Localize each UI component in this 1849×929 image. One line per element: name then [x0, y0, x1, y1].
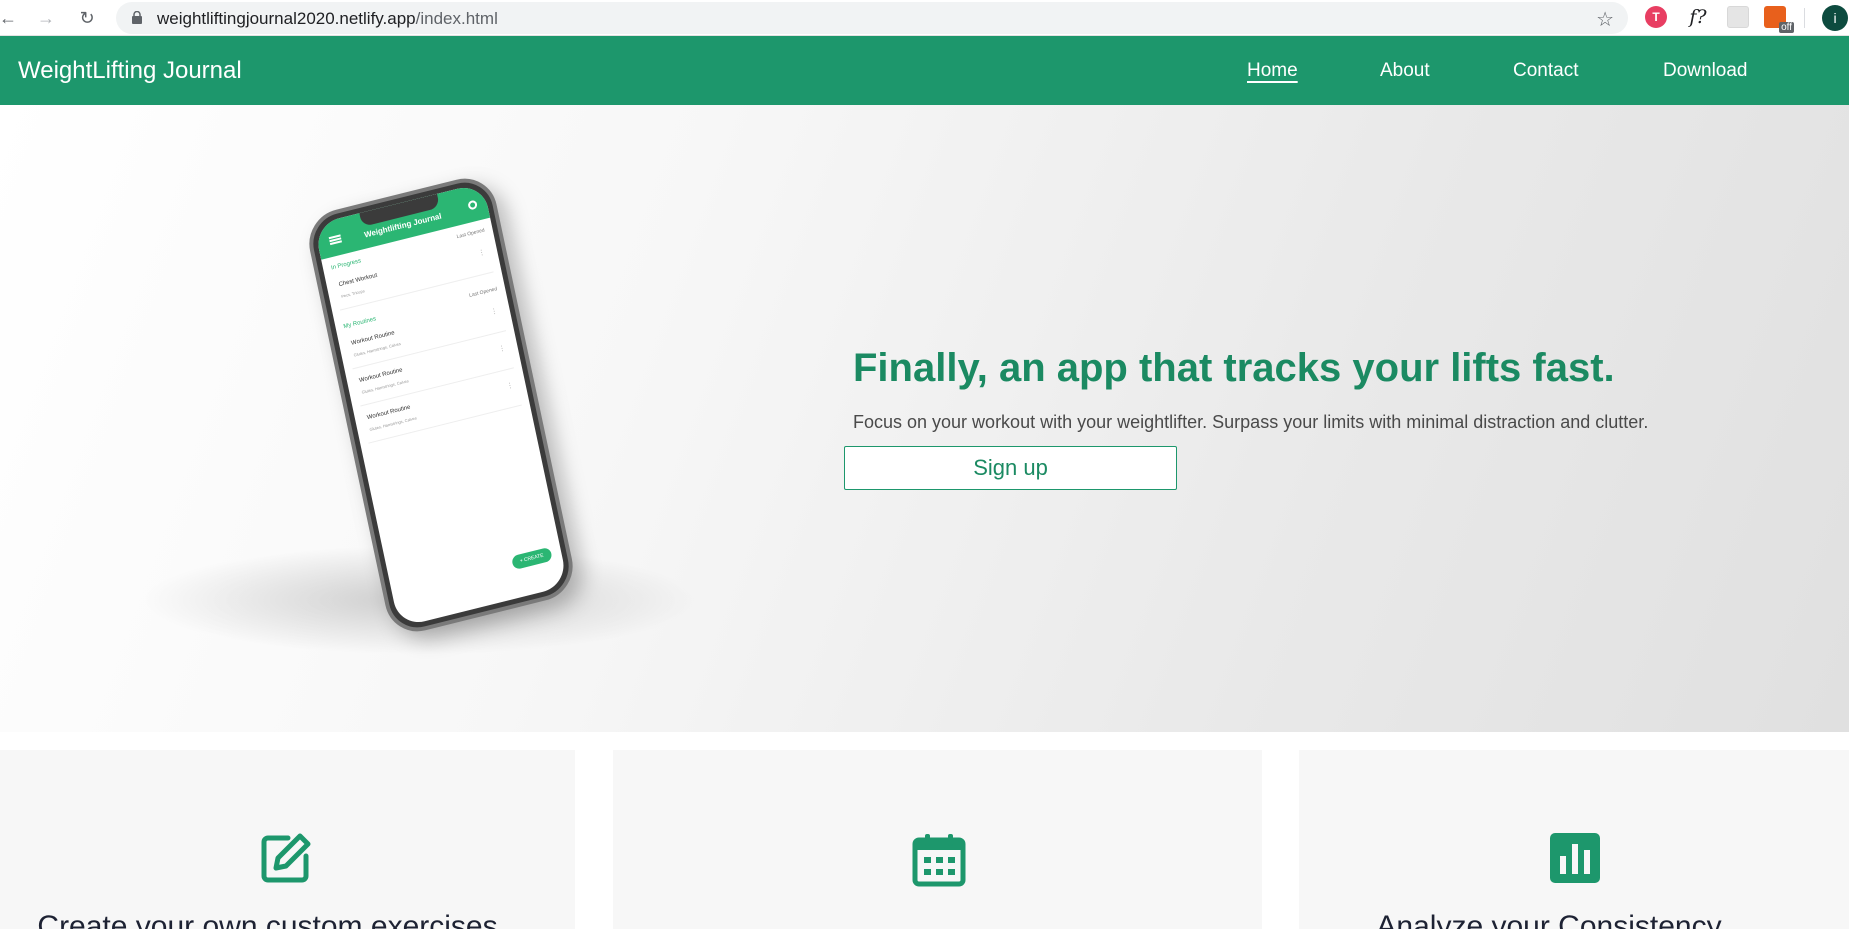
url-path: /index.html	[415, 9, 498, 28]
reload-icon[interactable]: ↻	[75, 6, 99, 30]
hero-subtext: Focus on your workout with your weightli…	[853, 412, 1649, 432]
bar-chart-icon	[1550, 833, 1600, 883]
browser-toolbar: ← → ↻ weightliftingjournal2020.netlify.a…	[0, 0, 1849, 36]
address-bar[interactable]: weightliftingjournal2020.netlify.app/ind…	[116, 2, 1628, 34]
profile-avatar[interactable]: i	[1822, 5, 1848, 31]
site-header: WeightLifting Journal Home About Contact…	[0, 36, 1849, 105]
hero-headline: Finally, an app that tracks your lifts f…	[853, 346, 1615, 390]
nav-download-link[interactable]: Download	[1663, 60, 1748, 82]
back-arrow-icon[interactable]: ←	[0, 6, 20, 30]
more-icon: ⋮	[498, 344, 507, 354]
features-section: Create your own custom exercises Analyze…	[0, 732, 1849, 929]
more-icon: ⋮	[490, 307, 499, 317]
url-text: weightliftingjournal2020.netlify.app/ind…	[157, 9, 498, 29]
calendar-icon	[912, 834, 966, 887]
toolbar-separator	[1804, 8, 1805, 28]
extension-t-icon[interactable]: T	[1645, 6, 1667, 28]
edit-icon	[261, 833, 311, 883]
bookmark-star-icon[interactable]: ☆	[1596, 7, 1614, 32]
extension-t-label: T	[1652, 10, 1660, 24]
signup-button[interactable]: Sign up	[844, 446, 1177, 490]
nav-contact-link[interactable]: Contact	[1513, 60, 1578, 82]
extension-off-badge: off	[1779, 22, 1794, 33]
lock-icon	[132, 11, 142, 24]
feature-title: Create your own custom exercises	[37, 910, 498, 929]
feature-card-custom-exercises: Create your own custom exercises	[0, 750, 575, 929]
url-host: weightliftingjournal2020.netlify.app	[157, 9, 416, 28]
extension-blank-icon[interactable]	[1727, 6, 1749, 28]
extension-off-icon[interactable]: off	[1764, 6, 1794, 33]
more-icon: ⋮	[505, 381, 515, 391]
feature-title: Analyze your Consistency	[1376, 910, 1722, 929]
list-item-title: Chest Workout	[338, 272, 378, 289]
site-brand[interactable]: WeightLifting Journal	[18, 57, 242, 85]
profile-initial: i	[1833, 10, 1837, 26]
nav-about-link[interactable]: About	[1380, 60, 1430, 82]
nav-home-link[interactable]: Home	[1247, 60, 1298, 82]
extension-f-icon[interactable]: f?	[1684, 6, 1712, 28]
more-icon: ⋮	[477, 248, 486, 258]
feature-card-calendar	[613, 750, 1262, 929]
list-item-subtitle: Pecs, Triceps	[340, 288, 366, 299]
hero-section: Weightlifting Journal In Progress Last O…	[0, 105, 1849, 732]
feature-card-consistency: Analyze your Consistency	[1299, 750, 1849, 929]
create-fab: + CREATE	[510, 546, 553, 571]
extension-f-label: f?	[1689, 6, 1707, 28]
forward-arrow-icon[interactable]: →	[34, 6, 58, 30]
